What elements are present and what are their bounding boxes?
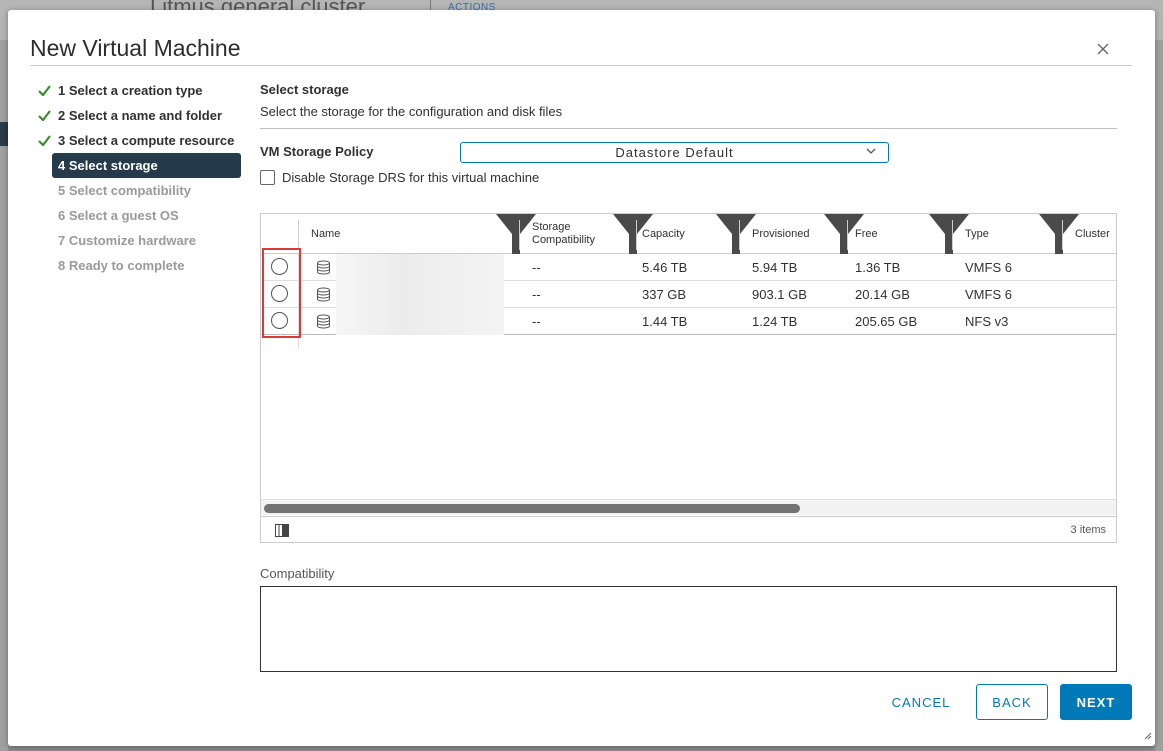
- table-row[interactable]: -- 1.44 TB 1.24 TB 205.65 GB NFS v3: [261, 308, 1116, 335]
- check-icon: [38, 85, 51, 96]
- datastore-grid: Name Storage Compatibility Capacity Provi…: [260, 213, 1117, 543]
- title-divider: [30, 65, 1132, 66]
- step-ready-to-complete: 8 Ready to complete: [30, 253, 245, 278]
- step-select-compatibility: 5 Select compatibility: [30, 178, 245, 203]
- back-button[interactable]: BACK: [976, 684, 1048, 720]
- datastore-name-redacted: [336, 281, 504, 308]
- datastore-name-redacted: [336, 254, 504, 281]
- column-separator: [298, 220, 299, 250]
- table-row[interactable]: -- 337 GB 903.1 GB 20.14 GB VMFS 6: [261, 281, 1116, 308]
- column-separator[interactable]: [636, 220, 637, 250]
- step-label: 1 Select a creation type: [58, 83, 203, 98]
- section-description: Select the storage for the configuration…: [260, 104, 563, 119]
- storage-policy-label: VM Storage Policy: [260, 144, 374, 159]
- compatibility-panel: [260, 586, 1117, 672]
- radio-highlight-annotation: [262, 248, 301, 338]
- cell-type: VMFS 6: [965, 287, 1012, 302]
- cell-compatibility: --: [532, 314, 541, 329]
- storage-policy-select[interactable]: Datastore Default: [460, 142, 889, 163]
- step-select-creation-type[interactable]: 1 Select a creation type: [30, 78, 245, 103]
- item-count: 3 items: [1070, 524, 1106, 536]
- step-customize-hardware: 7 Customize hardware: [30, 228, 245, 253]
- horizontal-scrollbar[interactable]: [261, 499, 1116, 515]
- step-select-guest-os: 6 Select a guest OS: [30, 203, 245, 228]
- step-label: 2 Select a name and folder: [58, 108, 223, 123]
- cell-free: 1.36 TB: [855, 260, 901, 275]
- compatibility-label: Compatibility: [260, 566, 335, 581]
- cell-type: VMFS 6: [965, 260, 1012, 275]
- resize-handle-icon[interactable]: [1142, 730, 1152, 740]
- cell-capacity: 1.44 TB: [642, 314, 688, 329]
- column-separator[interactable]: [519, 220, 520, 250]
- section-divider: [260, 128, 1117, 129]
- step-label: 3 Select a compute resource: [58, 133, 235, 148]
- cell-provisioned: 1.24 TB: [752, 314, 798, 329]
- step-label: 5 Select compatibility: [58, 183, 191, 198]
- cell-compatibility: --: [532, 287, 541, 302]
- cancel-button[interactable]: CANCEL: [878, 684, 964, 720]
- scrollbar-thumb[interactable]: [264, 504, 800, 513]
- filter-icon[interactable]: [929, 214, 969, 254]
- next-button[interactable]: NEXT: [1060, 684, 1132, 720]
- datastore-icon: [317, 260, 330, 275]
- datastore-icon: [317, 314, 330, 329]
- cell-capacity: 5.46 TB: [642, 260, 688, 275]
- disable-drs-label[interactable]: Disable Storage DRS for this virtual mac…: [282, 170, 539, 185]
- wizard-steps: 1 Select a creation type 2 Select a name…: [30, 78, 245, 278]
- check-icon: [38, 110, 51, 121]
- storage-policy-value: Datastore Default: [615, 145, 734, 160]
- cell-provisioned: 5.94 TB: [752, 260, 798, 275]
- grid-header: Name Storage Compatibility Capacity Provi…: [261, 214, 1116, 254]
- grid-footer: 3 items: [261, 516, 1116, 542]
- column-separator[interactable]: [1062, 220, 1063, 250]
- cell-capacity: 337 GB: [642, 287, 687, 302]
- section-title: Select storage: [260, 82, 349, 97]
- close-button[interactable]: [1094, 40, 1112, 58]
- disable-drs-row: Disable Storage DRS for this virtual mac…: [260, 168, 539, 186]
- cell-provisioned: 903.1 GB: [752, 287, 807, 302]
- datastore-name-redacted: [336, 308, 504, 335]
- disable-drs-checkbox[interactable]: [260, 169, 275, 185]
- step-label: 4 Select storage: [58, 158, 158, 173]
- column-header-name[interactable]: Name: [311, 214, 511, 254]
- step-select-compute-resource[interactable]: 3 Select a compute resource: [30, 128, 245, 153]
- step-label: 6 Select a guest OS: [58, 208, 179, 223]
- close-icon: [1097, 43, 1109, 55]
- column-header-storage-compatibility[interactable]: Storage Compatibility: [532, 214, 622, 254]
- step-label: 7 Customize hardware: [58, 233, 196, 248]
- column-header-free[interactable]: Free: [855, 214, 935, 254]
- step-select-storage[interactable]: 4 Select storage: [52, 153, 241, 178]
- dialog-title: New Virtual Machine: [30, 35, 241, 61]
- column-header-type[interactable]: Type: [965, 214, 1045, 254]
- storage-policy-row: VM Storage Policy Datastore Default: [260, 142, 1117, 164]
- new-vm-dialog: New Virtual Machine 1 Select a creation …: [8, 10, 1155, 746]
- column-separator[interactable]: [847, 220, 848, 250]
- storage-content: Select storage Select the storage for th…: [260, 80, 1117, 672]
- column-separator[interactable]: [739, 220, 740, 250]
- chevron-down-icon: [866, 148, 876, 154]
- table-row[interactable]: -- 5.46 TB 5.94 TB 1.36 TB VMFS 6: [261, 254, 1116, 281]
- column-toggle-icon[interactable]: [275, 524, 289, 537]
- background-left-panel: [0, 40, 8, 751]
- check-icon: [38, 135, 51, 146]
- column-header-cluster[interactable]: Cluster: [1075, 214, 1116, 254]
- cell-type: NFS v3: [965, 314, 1009, 329]
- filter-icon[interactable]: [716, 214, 756, 254]
- step-select-name-folder[interactable]: 2 Select a name and folder: [30, 103, 245, 128]
- cell-compatibility: --: [532, 260, 541, 275]
- cell-free: 205.65 GB: [855, 314, 918, 329]
- cell-free: 20.14 GB: [855, 287, 910, 302]
- column-separator[interactable]: [952, 220, 953, 250]
- datastore-icon: [317, 287, 330, 302]
- filter-icon[interactable]: [1039, 214, 1079, 254]
- background-right-panel: [1155, 40, 1163, 751]
- filter-icon[interactable]: [496, 214, 536, 254]
- step-label: 8 Ready to complete: [58, 258, 185, 273]
